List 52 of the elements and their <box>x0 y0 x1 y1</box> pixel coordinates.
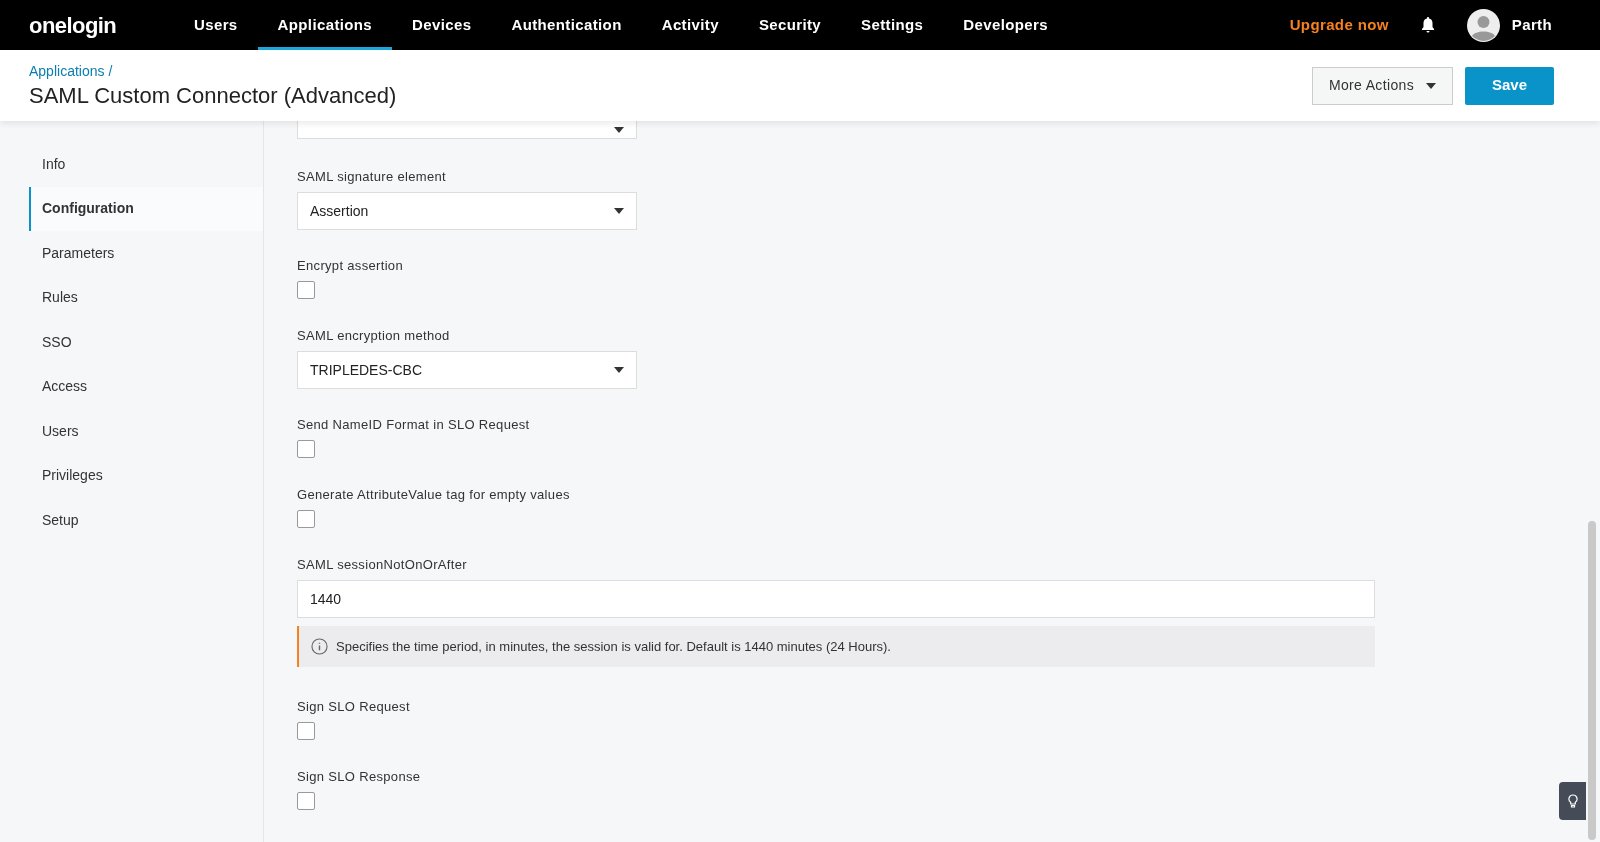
field-label: SAML encryption method <box>297 328 451 344</box>
nav-tab[interactable]: Settings <box>841 0 944 50</box>
checkbox[interactable] <box>297 792 315 810</box>
info-icon <box>311 638 328 655</box>
sidebar-item[interactable]: Rules <box>29 275 263 320</box>
sidebar-item[interactable]: SSO <box>29 320 263 365</box>
sidebar-item[interactable]: Access <box>29 364 263 409</box>
input-field[interactable]: 1440 <box>297 580 1375 618</box>
lightbulb-icon <box>1567 794 1578 808</box>
caret-icon <box>614 208 624 214</box>
nav-tab[interactable]: Authentication <box>491 0 642 50</box>
sidebar-item[interactable]: Privileges <box>29 453 263 498</box>
user-name[interactable]: Parth <box>1511 13 1552 37</box>
field-label: SAML signature element <box>297 169 448 185</box>
field-label: Encrypt assertion <box>297 258 404 274</box>
sidebar-item[interactable]: Parameters <box>29 231 263 276</box>
nav-tab[interactable]: Activity <box>641 0 739 50</box>
bell-icon[interactable] <box>1420 17 1435 33</box>
checkbox[interactable] <box>297 722 315 740</box>
select-field[interactable]: Assertion <box>297 192 637 230</box>
upgrade-link[interactable]: Upgrade now <box>1289 13 1389 37</box>
logo[interactable]: onelogin <box>29 8 174 42</box>
select-value: TRIPLEDES-CBC <box>310 360 423 380</box>
select-field[interactable]: TRIPLEDES-CBC <box>297 351 637 389</box>
caret-icon <box>614 367 624 373</box>
nav-tab[interactable]: Users <box>174 0 258 50</box>
sidebar-item[interactable]: Info <box>29 142 263 187</box>
breadcrumb-link[interactable]: Applications / <box>29 61 397 83</box>
field-label: Send NameID Format in SLO Request <box>297 417 531 433</box>
caret-icon <box>1426 82 1436 89</box>
sidebar-item[interactable]: Configuration <box>29 186 263 231</box>
caret-icon <box>614 126 624 133</box>
info-text: Specifies the time period, in minutes, the session is valid for. Default is 1440 minutes (24 Hours). <box>336 637 891 656</box>
sidebar-item[interactable]: Setup <box>29 498 263 543</box>
checkbox[interactable] <box>297 281 315 299</box>
sidebar-item[interactable]: Users <box>29 409 263 454</box>
checkbox[interactable] <box>297 440 315 458</box>
field-label: Sign SLO Response <box>297 769 422 785</box>
checkbox[interactable] <box>297 510 315 528</box>
nav-tab[interactable]: Security <box>738 0 842 50</box>
field-label: Sign SLO Request <box>297 699 411 715</box>
help-button[interactable] <box>1559 782 1586 820</box>
select-field[interactable] <box>297 121 637 139</box>
field-label: Generate AttributeValue tag for empty values <box>297 487 571 503</box>
nav-tab[interactable]: Developers <box>943 0 1068 50</box>
field-label: SAML sessionNotOnOrAfter <box>297 557 468 573</box>
avatar-icon[interactable] <box>1466 8 1500 42</box>
more-actions-button[interactable]: More Actions <box>1311 66 1453 105</box>
page-title: SAML Custom Connector (Advanced) <box>29 82 397 110</box>
nav-tab[interactable]: Devices <box>392 0 492 50</box>
select-value: Assertion <box>310 201 369 221</box>
scrollbar[interactable] <box>1588 521 1596 840</box>
